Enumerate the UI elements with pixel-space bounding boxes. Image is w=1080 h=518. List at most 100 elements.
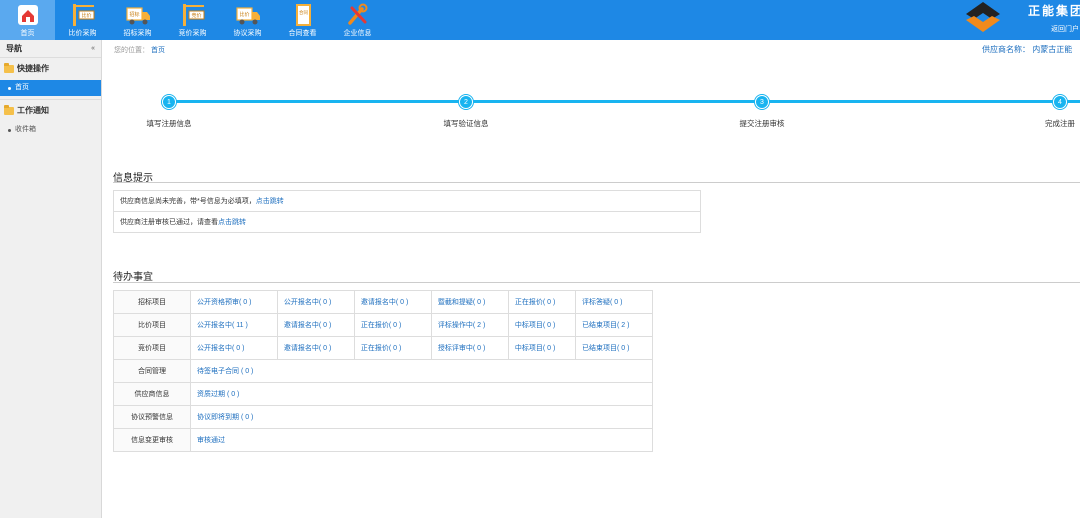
todo-row-head: 竞价项目 xyxy=(113,336,191,360)
nav-home[interactable]: 首页 xyxy=(0,0,55,40)
sidebar-group-quick[interactable]: 快捷操作 xyxy=(0,58,101,80)
breadcrumb: 您的位置： 首页 xyxy=(114,45,165,55)
info-table: 供应商信息尚未完善，带*号信息为必填项，点击跳转 供应商注册审核已通过，请查看点… xyxy=(113,190,701,233)
todo-link[interactable]: 已结束项目( 2 ) xyxy=(574,313,654,337)
step-2-circle: 2 xyxy=(459,95,473,109)
info-text: 供应商注册审核已通过，请查看 xyxy=(120,219,218,226)
step-3-label: 提交注册审核 xyxy=(739,119,785,128)
nav-company[interactable]: 企业信息 xyxy=(330,0,385,40)
agreement-sign: 比价 xyxy=(239,11,249,18)
sidebar-header: 导航 « xyxy=(0,40,101,58)
bullet-icon xyxy=(8,128,11,132)
folder-icon xyxy=(4,63,14,73)
todo-link[interactable]: 公开报名中( 11 ) xyxy=(190,313,278,337)
bidding-sign: 竞价 xyxy=(191,12,201,19)
registration-steps: 1 填写注册信息 2 填写验证信息 3 提交注册审核 4 完成注册 xyxy=(102,90,1080,135)
todo-link[interactable]: 暨截和提疑( 0 ) xyxy=(430,290,509,314)
todo-link[interactable]: 中标项目( 0 ) xyxy=(507,336,576,360)
table-row: 合同管理 待签电子合同 ( 0 ) xyxy=(113,359,653,383)
todo-link[interactable]: 审核通过 xyxy=(190,428,653,452)
info-jump-link[interactable]: 点击跳转 xyxy=(256,198,284,205)
info-text: 供应商信息尚未完善，带*号信息为必填项， xyxy=(120,198,256,205)
table-row: 信息变更审核 审核通过 xyxy=(113,428,653,452)
todo-link[interactable]: 评标操作中( 2 ) xyxy=(430,313,509,337)
todo-link[interactable]: 邀请报名中( 0 ) xyxy=(353,290,432,314)
todo-link[interactable]: 公开报名中( 0 ) xyxy=(190,336,278,360)
price-compare-icon: 比价 xyxy=(72,4,94,26)
nav-bidding[interactable]: 竞价 竞价采购 xyxy=(165,0,220,40)
nav-home-label: 首页 xyxy=(20,30,35,37)
tender-sign: 招标 xyxy=(129,11,139,18)
step-4-circle: 4 xyxy=(1053,95,1067,109)
brand-name: 正能集团 xyxy=(1028,4,1080,18)
collapse-icon[interactable]: « xyxy=(91,40,95,58)
todo-link[interactable]: 邀请报名中( 0 ) xyxy=(276,313,355,337)
todo-row-head: 供应商信息 xyxy=(113,382,191,406)
table-row: 供应商信息 资质过期 ( 0 ) xyxy=(113,382,653,406)
nav-tender[interactable]: 招标 招标采购 xyxy=(110,0,165,40)
sidebar-item-label: 首页 xyxy=(15,84,29,91)
todo-section-title: 待办事宜 xyxy=(113,272,153,283)
nav-price-compare-label: 比价采购 xyxy=(68,30,97,37)
sidebar-item-home[interactable]: 首页 xyxy=(0,80,101,96)
nav-agreement[interactable]: 比价 协议采购 xyxy=(220,0,275,40)
todo-link[interactable]: 中标项目( 0 ) xyxy=(507,313,576,337)
nav-bidding-label: 竞价采购 xyxy=(178,30,207,37)
tender-truck-icon: 招标 xyxy=(125,7,150,25)
folder-icon xyxy=(4,105,14,115)
nav-company-label: 企业信息 xyxy=(343,30,372,37)
table-row: 供应商注册审核已通过，请查看点击跳转 xyxy=(113,211,701,233)
todo-link[interactable]: 待签电子合同 ( 0 ) xyxy=(190,359,653,383)
todo-row-head: 招标项目 xyxy=(113,290,191,314)
todo-link[interactable]: 正在报价( 0 ) xyxy=(353,336,432,360)
supplier-value: 内蒙古正能 xyxy=(1032,45,1073,54)
agreement-truck-icon: 比价 xyxy=(235,7,260,25)
sidebar-item-label: 收件箱 xyxy=(15,126,36,133)
info-jump-link[interactable]: 点击跳转 xyxy=(218,219,246,226)
todo-link[interactable]: 协议即将到期 ( 0 ) xyxy=(190,405,653,429)
return-portal-link[interactable]: 返回门户 xyxy=(1051,24,1079,34)
todo-row-head: 协议预警信息 xyxy=(113,405,191,429)
steps-progress-line xyxy=(169,100,1080,103)
nav-tender-label: 招标采购 xyxy=(123,30,152,37)
nav-contract-label: 合同查看 xyxy=(288,30,317,37)
sidebar-title: 导航 xyxy=(6,44,22,53)
todo-table: 招标项目 公开资格预审( 0 ) 公开报名中( 0 ) 邀请报名中( 0 ) 暨… xyxy=(113,290,654,452)
top-bar: 首页 比价 比价采购 招标 招标采购 竞价 竞价采购 比价 协议采购 合同 合同… xyxy=(0,0,1080,40)
divider xyxy=(113,182,1080,183)
todo-link[interactable]: 已结束项目( 0 ) xyxy=(574,336,654,360)
contract-icon: 合同 xyxy=(295,4,311,26)
sidebar: 导航 « 快捷操作 首页 工作通知 收件箱 xyxy=(0,40,102,518)
todo-row-head: 合同管理 xyxy=(113,359,191,383)
todo-link[interactable]: 正在报价( 0 ) xyxy=(507,290,576,314)
top-nav: 首页 比价 比价采购 招标 招标采购 竞价 竞价采购 比价 协议采购 合同 合同… xyxy=(0,0,385,40)
step-2-label: 填写验证信息 xyxy=(443,119,489,128)
supplier-name: 供应商名称： 内蒙古正能 xyxy=(982,44,1072,55)
table-row: 协议预警信息 协议即将到期 ( 0 ) xyxy=(113,405,653,429)
todo-link[interactable]: 评标答疑( 0 ) xyxy=(574,290,654,314)
todo-link[interactable]: 公开资格预审( 0 ) xyxy=(190,290,278,314)
todo-row-head: 比价项目 xyxy=(113,313,191,337)
todo-row-head: 信息变更审核 xyxy=(113,428,191,452)
nav-price-compare[interactable]: 比价 比价采购 xyxy=(55,0,110,40)
todo-link[interactable]: 授标评审中( 0 ) xyxy=(430,336,509,360)
sidebar-item-inbox[interactable]: 收件箱 xyxy=(0,122,101,138)
sidebar-group-label: 快捷操作 xyxy=(17,64,49,73)
step-1-label: 填写注册信息 xyxy=(146,119,192,128)
step-4-label: 完成注册 xyxy=(1045,119,1075,128)
breadcrumb-prefix: 您的位置： xyxy=(114,47,149,54)
todo-link[interactable]: 公开报名中( 0 ) xyxy=(276,290,355,314)
step-1-circle: 1 xyxy=(162,95,176,109)
table-row: 招标项目 公开资格预审( 0 ) 公开报名中( 0 ) 邀请报名中( 0 ) 暨… xyxy=(113,290,654,314)
contract-sign: 合同 xyxy=(299,9,308,16)
brand-logo-icon xyxy=(966,2,1000,32)
todo-link[interactable]: 资质过期 ( 0 ) xyxy=(190,382,653,406)
table-row: 比价项目 公开报名中( 11 ) 邀请报名中( 0 ) 正在报价( 0 ) 评标… xyxy=(113,313,654,337)
step-3-circle: 3 xyxy=(755,95,769,109)
nav-contract[interactable]: 合同 合同查看 xyxy=(275,0,330,40)
todo-link[interactable]: 正在报价( 0 ) xyxy=(353,313,432,337)
todo-link[interactable]: 邀请报名中( 0 ) xyxy=(276,336,355,360)
breadcrumb-home-link[interactable]: 首页 xyxy=(151,47,165,54)
divider xyxy=(113,282,1080,283)
sidebar-group-notice[interactable]: 工作通知 xyxy=(0,100,101,122)
